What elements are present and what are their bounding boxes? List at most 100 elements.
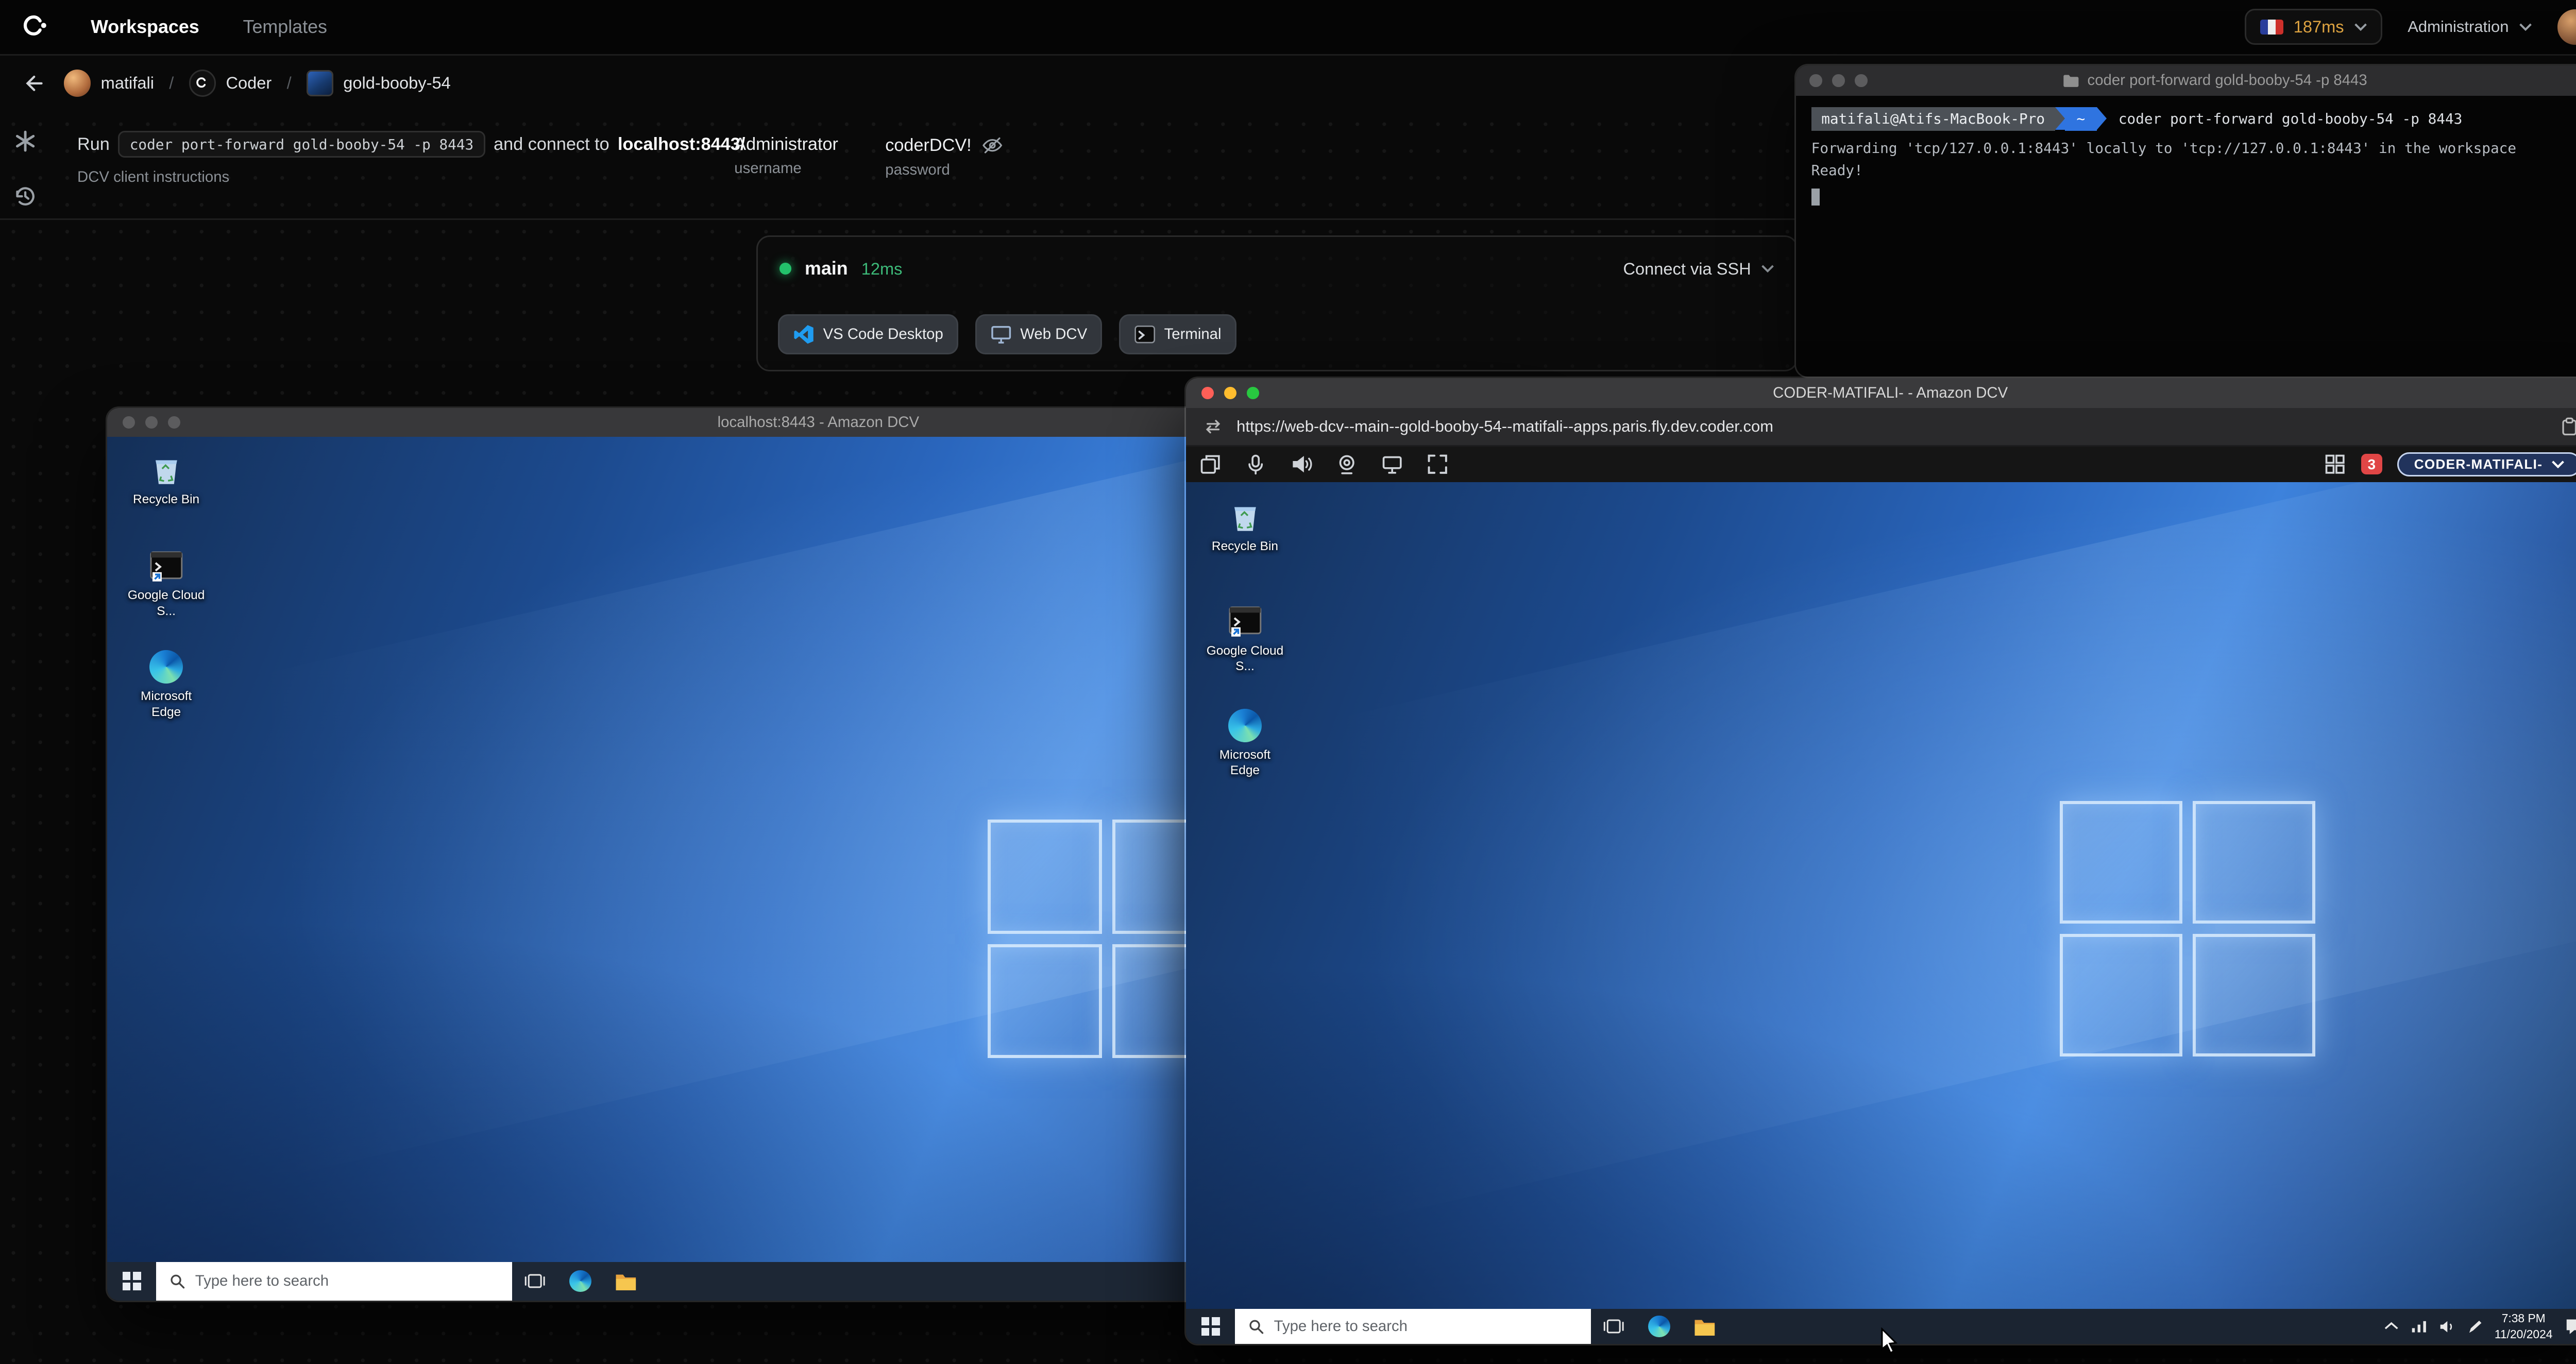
task-view-icon[interactable] bbox=[512, 1262, 557, 1301]
minimize-button[interactable] bbox=[1832, 74, 1845, 87]
app-grid-icon[interactable] bbox=[2324, 453, 2346, 475]
terminal-output-line: Ready! bbox=[1811, 162, 1863, 179]
recycle-bin-icon bbox=[1227, 499, 1264, 536]
connect-via-ssh-button[interactable]: Connect via SSH bbox=[1623, 259, 1774, 279]
url-text[interactable]: https://web-dcv--main--gold-booby-54--ma… bbox=[1236, 417, 1773, 436]
site-info-icon[interactable] bbox=[1203, 418, 1223, 435]
mouse-cursor bbox=[1881, 1327, 1897, 1354]
eye-off-icon[interactable] bbox=[981, 134, 1003, 156]
zoom-button[interactable] bbox=[1246, 386, 1260, 400]
dcv-client-instructions-link[interactable]: DCV client instructions bbox=[77, 168, 229, 186]
crumb-user[interactable]: matifali bbox=[63, 70, 154, 97]
console-icon bbox=[148, 548, 185, 585]
edge-taskbar-icon[interactable] bbox=[558, 1262, 603, 1301]
start-button[interactable] bbox=[1186, 1309, 1235, 1344]
crumb-workspace[interactable]: gold-booby-54 bbox=[307, 70, 451, 97]
desktop-icon-gcloud[interactable]: Google Cloud S... bbox=[1203, 603, 1287, 674]
history-icon[interactable] bbox=[12, 183, 39, 210]
close-button[interactable] bbox=[122, 416, 135, 429]
user-menu[interactable] bbox=[2557, 9, 2576, 45]
port-forward-row: Run coder port-forward gold-booby-54 -p … bbox=[77, 131, 745, 158]
minimize-button[interactable] bbox=[1224, 386, 1237, 400]
start-button[interactable] bbox=[107, 1262, 156, 1301]
back-button[interactable] bbox=[19, 68, 49, 98]
file-explorer-icon[interactable] bbox=[1682, 1309, 1727, 1344]
microphone-icon[interactable] bbox=[1245, 453, 1266, 475]
minimize-button[interactable] bbox=[145, 416, 158, 429]
desktop-icon-recycle-bin[interactable]: Recycle Bin bbox=[124, 452, 208, 508]
asterisk-icon[interactable] bbox=[12, 128, 39, 155]
left-rail bbox=[12, 128, 39, 210]
zoom-button[interactable] bbox=[167, 416, 181, 429]
crumb-template[interactable]: Coder bbox=[189, 70, 272, 97]
vscode-desktop-label: VS Code Desktop bbox=[823, 325, 943, 343]
speaker-icon[interactable] bbox=[1291, 453, 1312, 475]
taskbar-search[interactable] bbox=[1234, 1308, 1591, 1344]
powerline-separator bbox=[2097, 107, 2107, 130]
password-label: password bbox=[885, 161, 950, 179]
edge-taskbar-icon[interactable] bbox=[1636, 1309, 1682, 1344]
screen: Workspaces Templates 187ms Administratio… bbox=[0, 0, 2576, 1364]
network-icon[interactable] bbox=[2411, 1319, 2428, 1334]
monitor-icon bbox=[990, 323, 1012, 345]
windows-start-icon bbox=[122, 1272, 141, 1291]
search-icon bbox=[1249, 1320, 1264, 1334]
crumb-user-label: matifali bbox=[100, 73, 154, 93]
zoom-button[interactable] bbox=[1855, 74, 1868, 87]
run-label: Run bbox=[77, 134, 110, 154]
notifications-icon[interactable] bbox=[2564, 1317, 2576, 1336]
search-input[interactable] bbox=[1274, 1318, 1578, 1336]
taskbar-clock[interactable]: 7:38 PM 11/20/2024 bbox=[2495, 1310, 2553, 1342]
coder-logo[interactable] bbox=[20, 12, 50, 42]
terminal-prompt-line: matifali@Atifs-MacBook-Pro ~ coder port-… bbox=[1811, 107, 2576, 131]
desktop-icon-edge[interactable]: Microsoft Edge bbox=[124, 649, 208, 720]
search-input[interactable] bbox=[195, 1272, 499, 1290]
username-label: username bbox=[734, 159, 802, 177]
terminal-body: matifali@Atifs-MacBook-Pro ~ coder port-… bbox=[1796, 96, 2576, 221]
terminal-output-line: Forwarding 'tcp/127.0.0.1:8443' locally … bbox=[1811, 140, 2517, 157]
address-bar[interactable]: https://web-dcv--main--gold-booby-54--ma… bbox=[1186, 408, 2576, 447]
desktop-icon-edge[interactable]: Microsoft Edge bbox=[1203, 707, 1287, 779]
task-view-icon[interactable] bbox=[1591, 1309, 1636, 1344]
dcv-window-front: CODER-MATIFALI- - Amazon DCV https://web… bbox=[1184, 376, 2576, 1346]
primary-nav: Workspaces Templates bbox=[91, 16, 327, 38]
front-window-titlebar[interactable]: CODER-MATIFALI- - Amazon DCV bbox=[1186, 378, 2576, 408]
desktop-icon-recycle-bin[interactable]: Recycle Bin bbox=[1203, 499, 1287, 555]
volume-icon[interactable] bbox=[2439, 1319, 2456, 1334]
dcv-toolbar: 3 CODER-MATIFALI- bbox=[1186, 447, 2576, 482]
latency-menu[interactable]: 187ms bbox=[2245, 9, 2383, 45]
administration-menu[interactable]: Administration bbox=[2408, 18, 2532, 36]
web-dcv-button[interactable]: Web DCV bbox=[975, 314, 1103, 354]
clock-date: 11/20/2024 bbox=[2494, 1327, 2553, 1341]
chevron-down-icon bbox=[2519, 23, 2532, 31]
webcam-icon[interactable] bbox=[1336, 453, 1358, 475]
user-avatar-small bbox=[63, 70, 91, 97]
clipboard-icon[interactable] bbox=[2561, 417, 2576, 437]
nav-templates[interactable]: Templates bbox=[243, 16, 327, 38]
session-pill[interactable]: CODER-MATIFALI- bbox=[2397, 452, 2576, 476]
terminal-titlebar[interactable]: coder port-forward gold-booby-54 -p 8443 bbox=[1796, 65, 2576, 96]
desktop-icon-gcloud[interactable]: Google Cloud S... bbox=[124, 548, 208, 619]
file-explorer-icon[interactable] bbox=[603, 1262, 649, 1301]
close-button[interactable] bbox=[1809, 74, 1822, 87]
display-icon[interactable] bbox=[1381, 453, 1403, 475]
fullscreen-icon[interactable] bbox=[1427, 453, 1448, 475]
taskbar-search[interactable] bbox=[156, 1261, 513, 1301]
password-credential: coderDCV! password bbox=[885, 134, 1003, 179]
vscode-desktop-button[interactable]: VS Code Desktop bbox=[777, 314, 958, 354]
close-button[interactable] bbox=[1201, 386, 1214, 400]
username-credential: Administrator username bbox=[734, 134, 838, 179]
terminal-cursor bbox=[1811, 189, 1820, 206]
prompt-path: ~ bbox=[2064, 107, 2097, 131]
port-forward-command: coder port-forward gold-booby-54 -p 8443 bbox=[118, 131, 485, 158]
terminal-button[interactable]: Terminal bbox=[1118, 314, 1236, 354]
agent-panel: main 12ms Connect via SSH VS Code Deskto… bbox=[756, 235, 1798, 371]
desktop-icon-label: Recycle Bin bbox=[1211, 539, 1279, 554]
nav-workspaces[interactable]: Workspaces bbox=[91, 16, 199, 38]
windows-session-icon[interactable] bbox=[1199, 453, 1221, 475]
username-value: Administrator bbox=[734, 134, 838, 154]
tray-chevron-icon[interactable] bbox=[2384, 1321, 2399, 1332]
connect-target: localhost:8443/ bbox=[617, 134, 745, 154]
pen-icon[interactable] bbox=[2468, 1319, 2483, 1334]
prompt-host: matifali@Atifs-MacBook-Pro bbox=[1811, 107, 2055, 131]
